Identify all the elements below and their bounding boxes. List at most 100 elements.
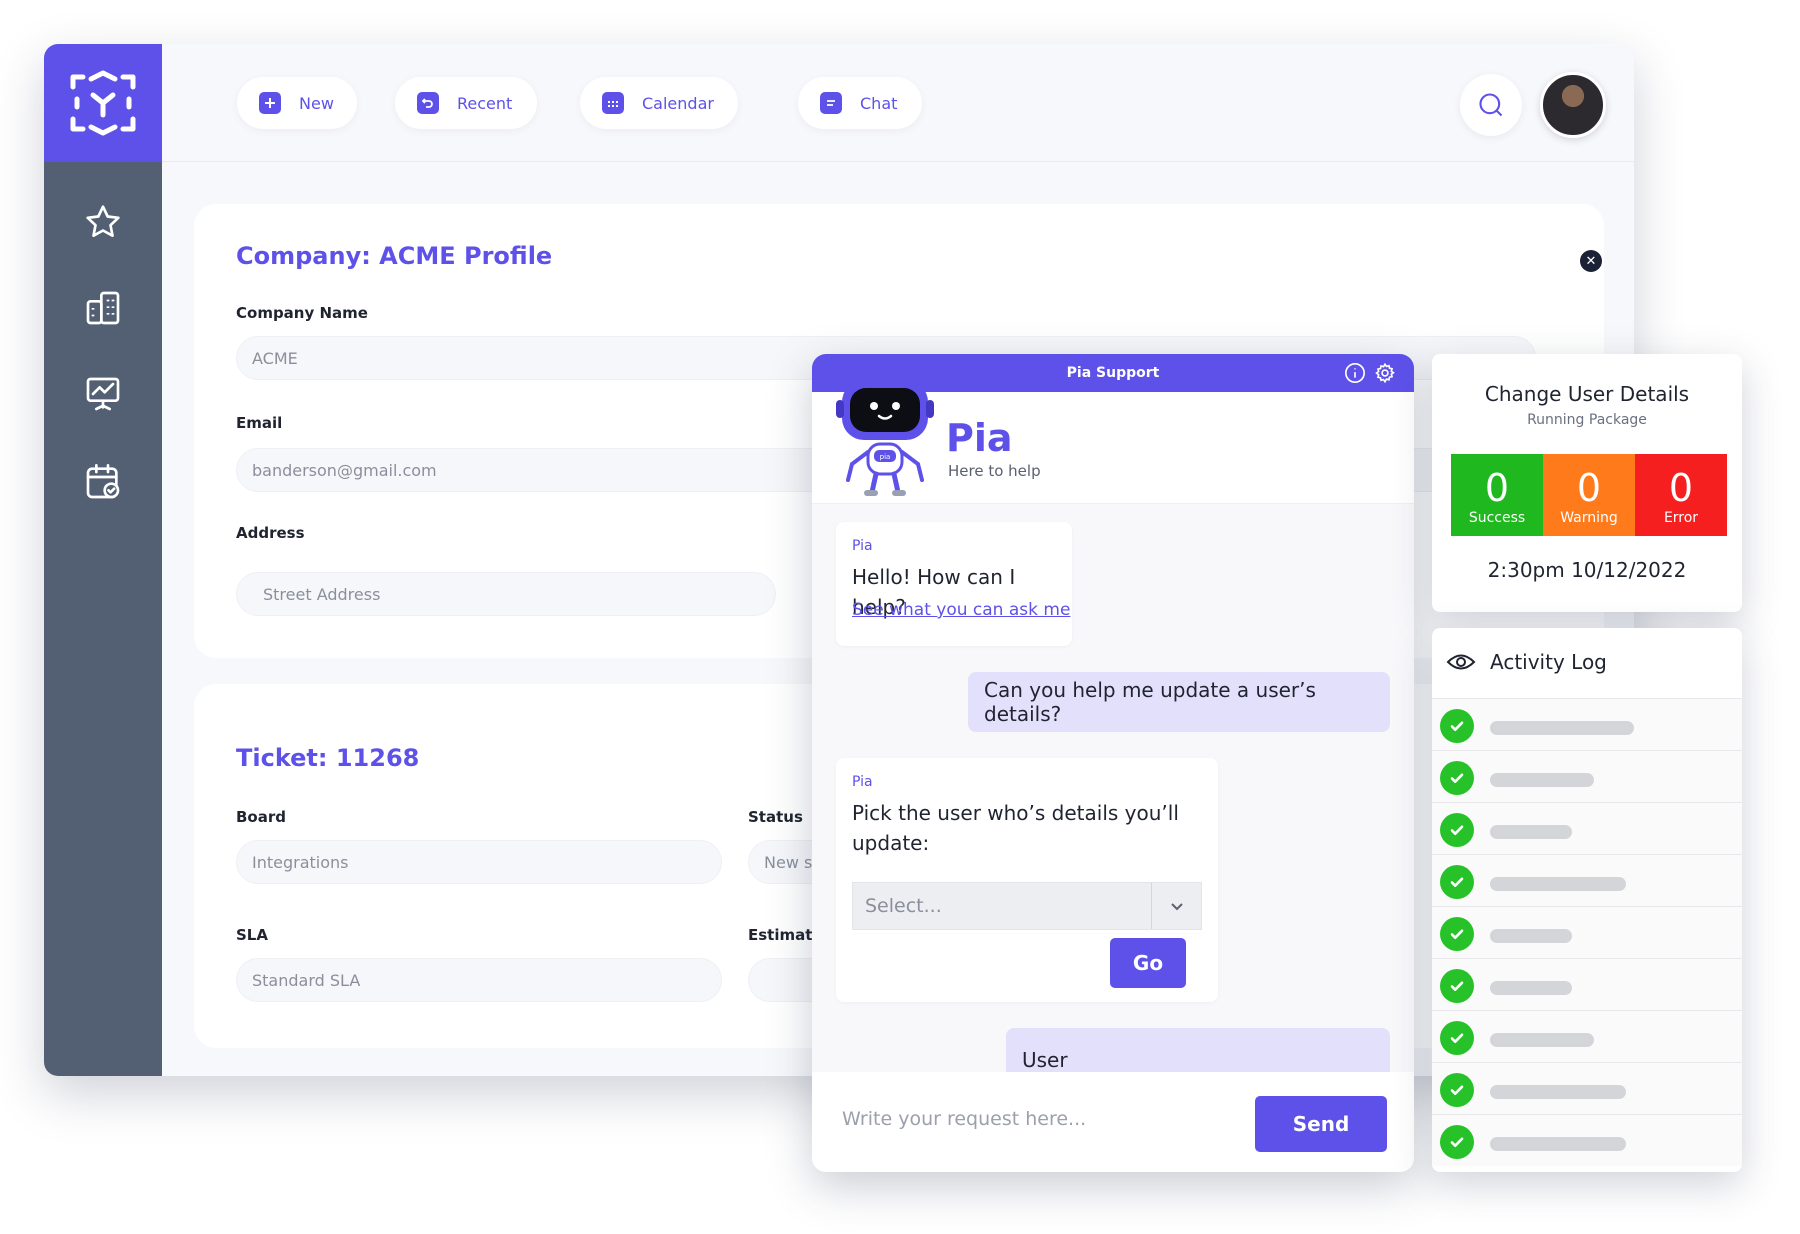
undo-icon [417,92,439,114]
sla-label: SLA [236,926,268,944]
check-icon [1440,917,1474,951]
robot-badge-text: pia [880,453,891,461]
chat-messages: Pia Hello! How can I help? See what you … [812,504,1414,1072]
panel-title: Change User Details [1484,382,1690,406]
user-message: Can you help me update a user’s details? [968,672,1390,732]
message-text-line1: Pick the user who’s details you’ll [852,801,1179,825]
send-button[interactable]: Send [1255,1096,1387,1152]
new-button[interactable]: New [237,77,357,129]
log-entry-placeholder [1490,1085,1626,1099]
recent-button[interactable]: Recent [395,77,537,129]
check-icon [1440,761,1474,795]
activity-log-row [1432,1062,1742,1114]
ticket-card-title: Ticket: 11268 [236,744,420,772]
error-label: Error [1663,510,1699,526]
bot-message-select: Pia Pick the user who’s details you’ll u… [836,758,1218,1002]
chat-icon [820,92,842,114]
activity-log-row [1432,1010,1742,1062]
go-button[interactable]: Go [1110,938,1186,988]
board-input[interactable]: Integrations [236,840,722,884]
chat-input-bar: Write your request here... Send [812,1072,1414,1172]
robot-mascot-icon: pia [836,370,934,496]
activity-log-row [1432,750,1742,802]
panel-subtitle: Running Package [1527,412,1647,428]
activity-log-panel: Activity Log [1432,628,1742,1172]
sla-input[interactable]: Standard SLA [236,958,722,1002]
search-button[interactable] [1460,74,1522,136]
gear-icon[interactable] [1374,362,1396,384]
bot-name: Pia [946,416,1013,460]
message-sender: Pia [852,538,873,554]
message-text-line2: update: [852,831,930,855]
check-icon [1440,1073,1474,1107]
chat-input[interactable]: Write your request here... [842,1108,1086,1130]
logo-icon [70,70,136,136]
eye-icon [1446,654,1476,670]
pia-hero: pia Pia Here to help [812,370,1414,504]
ask-me-link[interactable]: See what you can ask me [852,600,1070,620]
log-entry-placeholder [1490,877,1626,891]
check-icon [1440,865,1474,899]
recent-label: Recent [457,93,513,113]
presentation-chart-icon[interactable] [79,370,127,418]
chat-label: Chat [860,93,898,113]
activity-log-row [1432,958,1742,1010]
status-label: Status [748,808,803,826]
company-card-title: Company: ACME Profile [236,242,553,270]
log-entry-placeholder [1490,721,1634,735]
user-avatar[interactable] [1540,72,1606,138]
activity-log-row [1432,1114,1742,1166]
bot-tagline: Here to help [948,462,1041,480]
warning-value: 0 [1576,466,1602,510]
email-label: Email [236,414,283,432]
activity-log-row [1432,854,1742,906]
check-icon [1440,969,1474,1003]
calendar-check-icon[interactable] [79,458,127,506]
log-entry-placeholder [1490,1137,1626,1151]
building-icon[interactable] [79,284,127,332]
log-entry-placeholder [1490,825,1572,839]
chat-header-title: Pia Support [1066,365,1160,381]
address-label: Address [236,524,305,542]
success-value: 0 [1484,466,1510,510]
chat-button[interactable]: Chat [798,77,922,129]
warning-count: 0 Warning [1543,454,1635,536]
favorites-star-icon[interactable] [79,198,127,246]
error-count: 0 Error [1635,454,1727,536]
close-icon[interactable]: ✕ [1580,250,1602,272]
activity-log-row [1432,906,1742,958]
log-entry-placeholder [1490,929,1572,943]
search-icon [1479,93,1503,117]
plus-icon [259,92,281,114]
success-count: 0 Success [1451,454,1543,536]
select-placeholder: Select... [865,895,942,917]
check-icon [1440,709,1474,743]
log-entry-placeholder [1490,981,1572,995]
company-name-label: Company Name [236,304,368,322]
info-icon[interactable] [1344,362,1366,384]
calendar-icon [602,92,624,114]
activity-log-title: Activity Log [1490,650,1607,674]
bot-message: Pia Hello! How can I help? See what you … [836,522,1072,646]
change-user-details-panel: Change User Details Running Package 0 Su… [1432,354,1742,612]
street-address-input[interactable]: Street Address [236,572,776,616]
pia-chat-widget: Pia Support pia Pia Here to help Pia Hel… [812,354,1414,1172]
check-icon [1440,1125,1474,1159]
user-message: User [1006,1028,1390,1072]
check-icon [1440,813,1474,847]
chevron-down-icon[interactable] [1151,883,1201,929]
calendar-button[interactable]: Calendar [580,77,738,129]
new-label: New [299,93,334,113]
success-label: Success [1468,510,1526,526]
sidebar [44,162,162,1076]
log-entry-placeholder [1490,1033,1594,1047]
app-logo[interactable] [44,44,162,162]
panel-timestamp: 2:30pm 10/12/2022 [1487,558,1687,582]
user-select[interactable]: Select... [852,882,1202,930]
log-entry-placeholder [1490,773,1594,787]
board-label: Board [236,808,286,826]
warning-label: Warning [1560,510,1618,526]
activity-log-row [1432,802,1742,854]
message-sender: Pia [852,774,873,790]
top-bar: New Recent Calendar Chat [162,44,1634,162]
